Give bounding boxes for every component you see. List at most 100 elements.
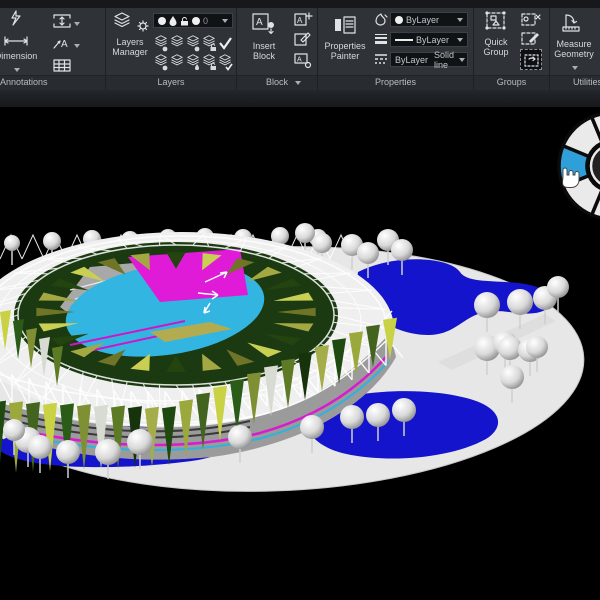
tree[interactable] bbox=[300, 415, 324, 439]
autocad-window: Dimension A bbox=[0, 0, 600, 600]
dimension-flash-icon bbox=[6, 10, 26, 28]
dimension-button[interactable]: Dimension bbox=[0, 10, 44, 79]
layer-tool-button[interactable] bbox=[185, 53, 201, 72]
layer-tool-button[interactable] bbox=[185, 34, 201, 53]
tree[interactable] bbox=[526, 336, 548, 358]
layer-state-icon bbox=[169, 34, 185, 53]
tree[interactable] bbox=[4, 235, 20, 251]
chevron-down-icon bbox=[74, 44, 80, 48]
layer-state-icon bbox=[201, 53, 217, 72]
tree[interactable] bbox=[391, 239, 413, 261]
create-block-button[interactable]: A bbox=[293, 10, 313, 32]
chevron-down-icon bbox=[572, 66, 578, 70]
panel-label-properties: Properties bbox=[318, 75, 473, 90]
tree[interactable] bbox=[127, 429, 153, 455]
tree[interactable] bbox=[500, 365, 524, 389]
multileader-button[interactable]: A bbox=[52, 36, 80, 55]
tree[interactable] bbox=[340, 405, 364, 429]
dim-constraint-button[interactable] bbox=[52, 14, 80, 33]
layer-tool-button[interactable] bbox=[169, 34, 185, 53]
viewport-canvas[interactable] bbox=[0, 107, 600, 600]
properties-painter-button[interactable]: Properties Painter bbox=[320, 14, 370, 61]
chevron-down-icon bbox=[457, 18, 463, 22]
svg-text:A: A bbox=[61, 39, 68, 50]
svg-text:A: A bbox=[297, 16, 303, 25]
block-attributes-button[interactable]: A bbox=[293, 52, 317, 92]
gear-icon bbox=[137, 20, 149, 32]
multileader-icon: A bbox=[52, 36, 72, 50]
tree[interactable] bbox=[474, 292, 500, 318]
color-tool-icon bbox=[373, 12, 389, 31]
linetype-dropdown[interactable]: ByLayer Solid line bbox=[390, 52, 468, 67]
properties-painter-icon bbox=[332, 14, 358, 36]
lineweight-swatch bbox=[395, 39, 413, 41]
group-selection-icon bbox=[521, 50, 543, 71]
layers-manager-button[interactable]: Layers Manager bbox=[108, 12, 152, 57]
tree[interactable] bbox=[507, 289, 533, 315]
tree[interactable] bbox=[56, 440, 80, 464]
color-dropdown[interactable]: ByLayer bbox=[390, 12, 468, 27]
chevron-down-icon bbox=[457, 38, 463, 42]
layer-freeze-icon bbox=[169, 16, 177, 26]
measure-geometry-button[interactable]: Measure Geometry bbox=[553, 12, 595, 77]
edit-block-button[interactable] bbox=[293, 30, 313, 52]
insert-block-button[interactable]: A Insert Block bbox=[241, 12, 287, 61]
navigation-wheel[interactable] bbox=[559, 113, 600, 219]
layer-tool-button[interactable] bbox=[217, 53, 233, 72]
linetype-value: ByLayer bbox=[395, 55, 428, 65]
tree[interactable] bbox=[3, 419, 25, 441]
group-selection-toggle[interactable] bbox=[520, 49, 542, 70]
panel-properties: Properties Painter bbox=[318, 8, 474, 90]
tree[interactable] bbox=[357, 242, 379, 264]
layer-state-icon bbox=[201, 34, 217, 53]
layer-plot-icon bbox=[192, 17, 200, 25]
layer-tool-button[interactable] bbox=[169, 53, 185, 72]
layer-tools-grid bbox=[153, 34, 233, 72]
properties-painter-label: Properties Painter bbox=[320, 41, 370, 61]
insert-block-label: Insert Block bbox=[241, 41, 287, 61]
table-icon bbox=[52, 58, 72, 73]
layer-state-icon bbox=[169, 53, 185, 72]
svg-text:A: A bbox=[256, 17, 263, 28]
layer-tool-button[interactable] bbox=[153, 53, 169, 72]
layer-tool-button[interactable] bbox=[153, 34, 169, 53]
lineweight-tool-icon bbox=[373, 32, 389, 51]
measure-geometry-label: Measure Geometry bbox=[553, 39, 595, 59]
tree[interactable] bbox=[547, 276, 569, 298]
layer-state-icon bbox=[185, 53, 201, 72]
viewport[interactable] bbox=[0, 107, 600, 600]
chevron-down-icon bbox=[222, 19, 228, 23]
inquiry-label: Inquiry bbox=[592, 39, 600, 49]
group-edit-icon bbox=[520, 30, 542, 48]
panel-groups: Quick Group bbox=[474, 8, 550, 90]
ribbon-tab-strip bbox=[0, 0, 600, 8]
panel-label-utilities: Utilities bbox=[550, 75, 600, 90]
quick-group-button[interactable]: Quick Group bbox=[476, 10, 516, 57]
tree[interactable] bbox=[28, 435, 52, 459]
layers-icon bbox=[111, 12, 133, 32]
tree[interactable] bbox=[312, 233, 332, 253]
layer-tool-button[interactable] bbox=[201, 53, 217, 72]
tree[interactable] bbox=[95, 439, 121, 465]
linetype-tool-icon bbox=[373, 52, 389, 71]
layer-tool-button[interactable] bbox=[201, 34, 217, 53]
lineweight-dropdown[interactable]: ByLayer bbox=[390, 32, 468, 47]
panel-layers: Layers Manager 0 Layers bbox=[106, 8, 237, 90]
table-button[interactable] bbox=[52, 58, 72, 78]
measure-icon bbox=[561, 12, 587, 34]
inquiry-button[interactable]: Inquiry bbox=[592, 12, 600, 67]
tree[interactable] bbox=[366, 403, 390, 427]
layer-tool-button[interactable] bbox=[217, 34, 233, 53]
panel-annotations: Dimension A bbox=[0, 8, 106, 90]
tree[interactable] bbox=[295, 223, 315, 243]
tree[interactable] bbox=[392, 398, 416, 422]
layer-dropdown[interactable]: 0 bbox=[153, 13, 233, 28]
dimension-line-icon bbox=[3, 36, 29, 46]
insert-block-icon: A bbox=[251, 12, 277, 36]
layer-state-icon bbox=[185, 34, 201, 53]
tree[interactable] bbox=[228, 425, 252, 449]
edit-block-icon bbox=[293, 30, 313, 47]
tree[interactable] bbox=[43, 232, 61, 250]
color-swatch bbox=[395, 16, 403, 24]
layer-name: 0 bbox=[203, 16, 208, 26]
